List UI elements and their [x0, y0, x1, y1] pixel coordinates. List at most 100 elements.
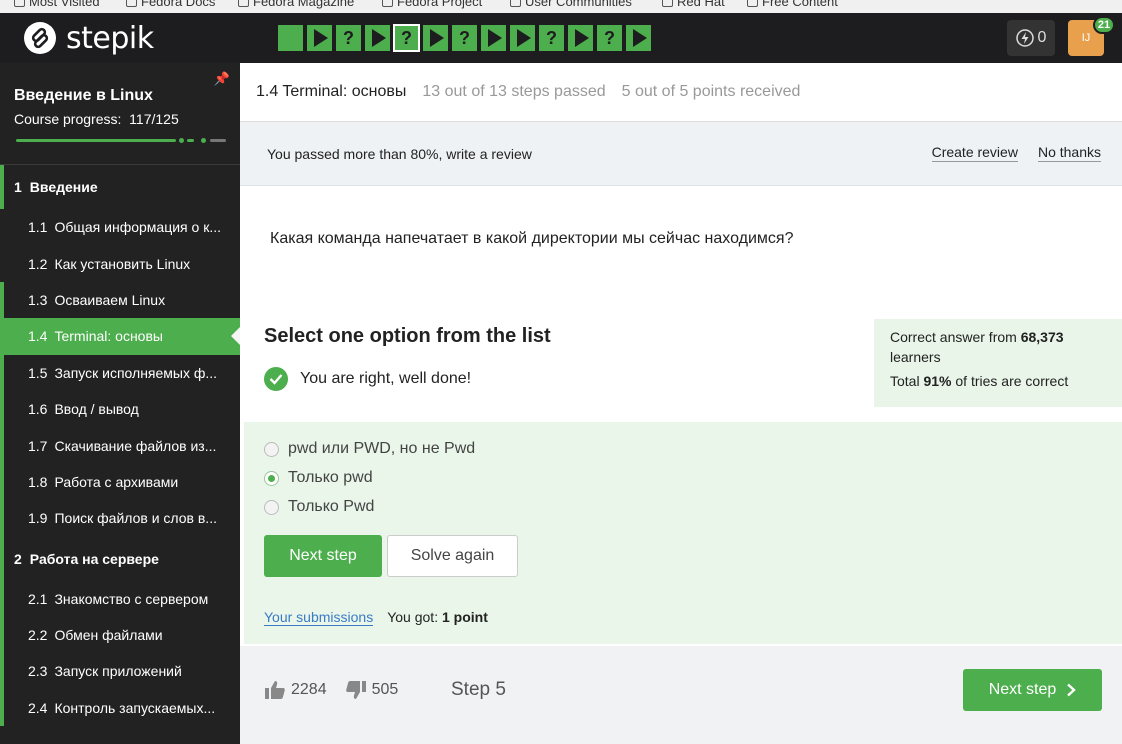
module-title: Работа на сервере — [29, 550, 159, 567]
lightning-icon — [1015, 29, 1034, 47]
folder-icon — [747, 0, 758, 7]
review-banner: You passed more than 80%, write a review… — [240, 122, 1122, 186]
folder-icon — [510, 0, 521, 7]
lesson-1-5[interactable]: 1.5 Запуск исполняемых ф... — [0, 354, 240, 391]
bookmark-fedora-magazine[interactable]: Fedora Magazine — [238, 0, 354, 9]
your-submissions-link[interactable]: Your submissions — [264, 609, 374, 626]
bookmark-fedora-project[interactable]: Fedora Project — [382, 0, 482, 9]
notification-badge[interactable]: 21 — [1093, 16, 1115, 34]
bookmark-user-communities[interactable]: User Communities — [510, 0, 632, 9]
lesson-1-9[interactable]: 1.9 Поиск файлов и слов в... — [0, 500, 240, 537]
lesson-1-7[interactable]: 1.7 Скачивание файлов из... — [0, 427, 240, 464]
step-video-6[interactable] — [423, 25, 448, 51]
lesson-2-4[interactable]: 2.4 Контроль запускаемых... — [0, 689, 240, 727]
bookmark-most-visited[interactable]: Most Visited — [14, 0, 100, 9]
bookmark-fedora-docs[interactable]: Fedora Docs — [126, 0, 215, 9]
progress-dot — [201, 138, 206, 143]
course-progress-label: Course progress: — [14, 111, 122, 127]
result-text: You are right, well done! — [300, 370, 472, 387]
step-quiz-3[interactable]: ? — [336, 25, 361, 51]
pin-icon[interactable]: 📌 — [214, 71, 230, 87]
lesson-title: Запуск исполняемых ф... — [54, 364, 218, 381]
lesson-1-2[interactable]: 1.2 Как установить Linux — [0, 245, 240, 281]
energy-counter[interactable]: 0 — [1007, 20, 1055, 56]
radio-button[interactable] — [264, 441, 279, 457]
lesson-1-6[interactable]: 1.6 Ввод / вывод — [0, 390, 240, 428]
module-1[interactable]: 1 Введение — [0, 165, 240, 209]
next-step-button[interactable]: Next step — [264, 535, 382, 577]
question-text: Какая команда напечатает в какой директо… — [270, 230, 794, 247]
bookmarks-bar: Most Visited Fedora Docs Fedora Magazine… — [0, 0, 1122, 13]
step-quiz-5[interactable]: ? — [393, 24, 420, 52]
question-icon: ? — [401, 27, 412, 48]
lesson-1-8[interactable]: 1.8 Работа с архивами — [0, 463, 240, 501]
module-2[interactable]: 2 Работа на сервере — [0, 536, 240, 581]
lesson-title: Terminal: основы — [54, 328, 163, 345]
lesson-title: Поиск файлов и слов в... — [54, 510, 217, 527]
lesson-title: Контроль запускаемых... — [54, 699, 216, 716]
lesson-2-1[interactable]: 2.1 Знакомство с сервером — [0, 580, 240, 617]
option-0[interactable]: pwd или PWD, но не Pwd — [264, 440, 475, 458]
step-video-9[interactable] — [510, 25, 535, 51]
lesson-2-3[interactable]: 2.3 Запуск приложений — [0, 653, 240, 690]
lesson-1-4[interactable]: 1.4 Terminal: основы — [0, 318, 240, 355]
step-text-1[interactable] — [278, 25, 303, 51]
step-video-8[interactable] — [481, 25, 506, 51]
option-1[interactable]: Только pwd — [264, 469, 373, 487]
step-video-13[interactable] — [626, 25, 651, 51]
module-title: Введение — [29, 179, 98, 195]
top-header: stepik ????? 0 IJ 21 — [0, 13, 1122, 63]
play-icon — [314, 29, 328, 47]
step-quiz-10[interactable]: ? — [539, 25, 564, 51]
progress-remaining — [210, 139, 226, 142]
steps-passed: 13 out of 13 steps passed — [422, 83, 606, 100]
stepik-logo[interactable]: stepik — [24, 20, 154, 56]
bookmark-free-content[interactable]: Free Content — [747, 0, 838, 9]
create-review-link[interactable]: Create review — [931, 144, 1018, 162]
logo-text: stepik — [66, 20, 154, 56]
play-icon — [633, 29, 647, 47]
course-title[interactable]: Введение в Linux — [14, 87, 226, 105]
energy-count: 0 — [1037, 29, 1047, 46]
stats-learners: 68,373 — [1020, 329, 1064, 345]
step-video-11[interactable] — [568, 25, 593, 51]
step-video-4[interactable] — [365, 25, 390, 51]
lesson-1-1[interactable]: 1.1 Общая информация о к... — [0, 209, 240, 245]
stats-learners-line: Correct answer from 68,373 learners — [890, 329, 1064, 365]
footer-next-step-button[interactable]: Next step — [963, 669, 1102, 711]
folder-icon — [382, 0, 393, 7]
play-icon — [430, 29, 444, 47]
like-button[interactable]: 2284 — [264, 680, 327, 700]
no-thanks-link[interactable]: No thanks — [1037, 144, 1101, 162]
step-quiz-7[interactable]: ? — [452, 25, 477, 51]
lesson-1-3[interactable]: 1.3 Осваиваем Linux — [0, 281, 240, 319]
play-icon — [372, 29, 386, 47]
question-icon: ? — [604, 27, 615, 48]
progress-dot — [179, 138, 184, 143]
lesson-title: Осваиваем Linux — [54, 291, 166, 308]
thumbs-down-icon — [345, 681, 366, 699]
bookmark-red-hat[interactable]: Red Hat — [662, 0, 725, 9]
lesson-title: Как установить Linux — [54, 255, 191, 272]
stats-percent-line: Total 91% of tries are correct — [890, 373, 1069, 389]
course-progress-bar — [16, 138, 226, 143]
play-icon — [488, 29, 502, 47]
step-video-2[interactable] — [307, 25, 332, 51]
course-header: 📌 Введение в Linux Course progress: 117/… — [0, 63, 240, 165]
lesson-2-2[interactable]: 2.2 Обмен файлами — [0, 616, 240, 654]
dislike-button[interactable]: 505 — [345, 680, 398, 700]
answer-stats: Correct answer from 68,373 learners Tota… — [874, 319, 1122, 407]
solve-again-button[interactable]: Solve again — [387, 535, 518, 577]
main-area: 1.4 Terminal: основы 13 out of 13 steps … — [240, 63, 1122, 744]
radio-button[interactable] — [264, 499, 279, 515]
review-actions: Create review No thanks — [931, 144, 1101, 162]
reactions: 2284 505 — [264, 680, 416, 700]
option-2[interactable]: Только Pwd — [264, 498, 374, 516]
step-quiz-12[interactable]: ? — [597, 25, 622, 51]
progress-segment — [187, 139, 194, 142]
lesson-title: Работа с архивами — [54, 473, 179, 490]
radio-button-selected[interactable] — [264, 470, 279, 486]
lesson-title: Знакомство с сервером — [54, 590, 209, 607]
course-sidebar: 📌 Введение в Linux Course progress: 117/… — [0, 63, 240, 744]
lesson-title: Обмен файлами — [54, 627, 163, 644]
